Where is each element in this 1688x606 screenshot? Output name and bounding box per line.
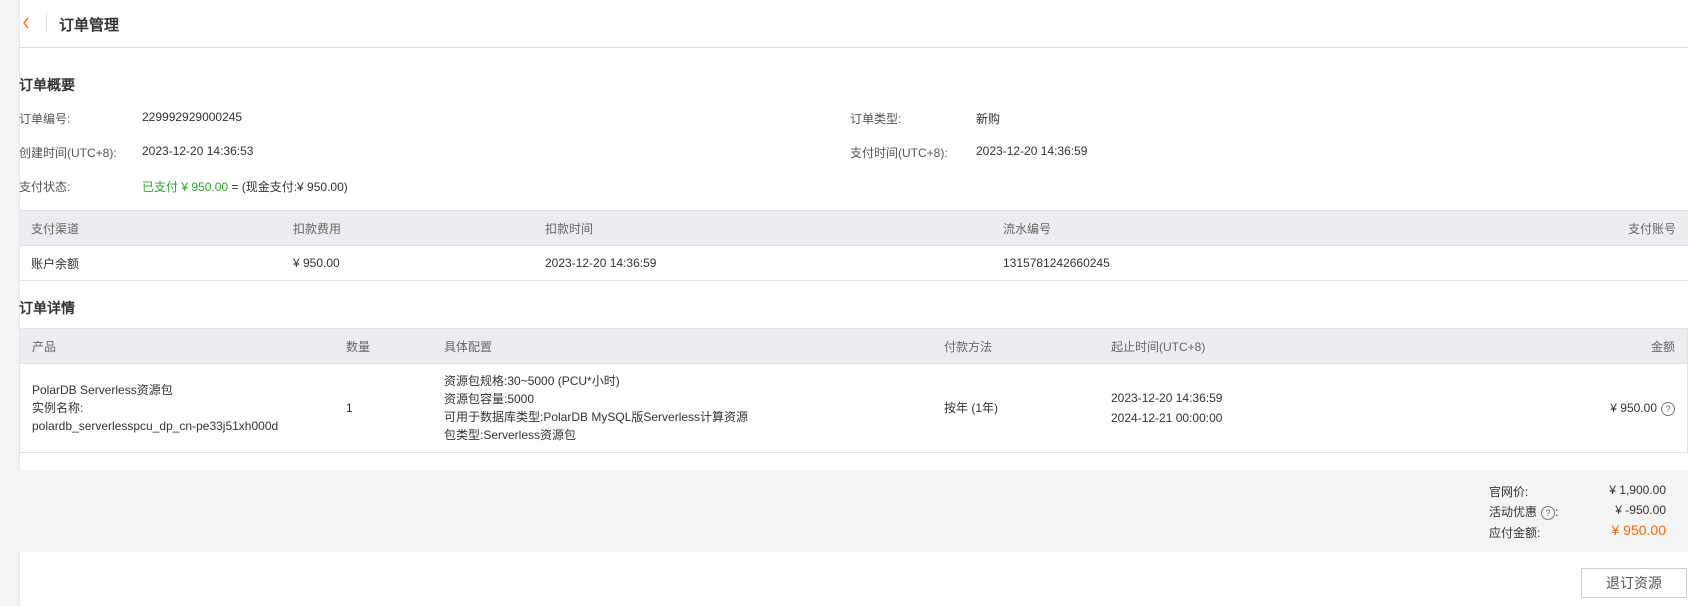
paid-time-value: 2023-12-20 14:36:59 xyxy=(976,144,1088,158)
period-end: 2024-12-21 00:00:00 xyxy=(1111,411,1223,425)
config-package-type: 包类型:Serverless资源包 xyxy=(444,428,577,442)
price-summary: 官网价: ¥ 1,900.00 活动优惠?: ¥ -950.00 应付金额: ¥… xyxy=(19,470,1688,552)
list-price-label: 官网价: xyxy=(1489,485,1529,499)
payable-value: ¥ 950.00 xyxy=(1611,522,1667,538)
cell-channel: 账户余额 xyxy=(19,245,281,281)
pay-status-value: 已支付 ¥ 950.00 = (现金支付:¥ 950.00) xyxy=(142,178,348,195)
created-time-label: 创建时间(UTC+8): xyxy=(19,146,117,160)
col-quantity: 数量 xyxy=(334,328,432,364)
cell-amount: ¥ 950.00 xyxy=(281,245,533,281)
col-product: 产品 xyxy=(19,328,334,364)
table-row: 账户余额 ¥ 950.00 2023-12-20 14:36:59 131578… xyxy=(19,245,1688,281)
order-no-label: 订单编号: xyxy=(19,112,71,126)
pay-status-paid: 已支付 ¥ 950.00 xyxy=(142,180,229,194)
cell-config: 资源包规格:30~5000 (PCU*小时) 资源包容量:5000 可用于数据库… xyxy=(432,363,932,453)
page-header: 订单管理 xyxy=(19,0,1688,48)
pay-status-label: 支付状态: xyxy=(19,180,71,194)
back-button[interactable] xyxy=(19,0,46,47)
cell-account xyxy=(1440,245,1688,281)
col-serial: 流水编号 xyxy=(991,210,1441,246)
question-circle-icon[interactable]: ? xyxy=(1661,401,1675,416)
cell-product: PolarDB Serverless资源包 实例名称: polardb_serv… xyxy=(19,363,334,453)
discount-label: 活动优惠?: xyxy=(1489,503,1558,520)
col-amount: 金额 xyxy=(1453,328,1688,364)
question-circle-icon[interactable]: ? xyxy=(1541,505,1556,520)
payment-table-header: 支付渠道 扣款费用 扣款时间 流水编号 支付账号 xyxy=(19,210,1688,246)
details-table-header: 产品 数量 具体配置 付款方法 起止时间(UTC+8) 金额 xyxy=(19,328,1688,364)
created-time-value: 2023-12-20 14:36:53 xyxy=(142,144,254,158)
refund-button[interactable]: 退订资源 xyxy=(1581,568,1687,598)
cell-amount: ¥ 950.00? xyxy=(1453,363,1688,453)
config-spec: 资源包规格:30~5000 (PCU*小时) xyxy=(444,374,620,388)
pay-status-detail: = (现金支付:¥ 950.00) xyxy=(228,180,348,194)
instance-label: 实例名称: xyxy=(32,401,84,415)
payment-table: 支付渠道 扣款费用 扣款时间 流水编号 支付账号 账户余额 ¥ 950.00 2… xyxy=(19,210,1688,281)
order-type-label: 订单类型: xyxy=(850,112,902,126)
col-amount: 扣款费用 xyxy=(281,210,533,246)
instance-name: polardb_serverlesspcu_dp_cn-pe33j51xh000… xyxy=(32,419,279,433)
order-management-page: 订单管理 订单概要 订单编号: 229992929000245 订单类型: 新购… xyxy=(19,0,1688,606)
col-channel: 支付渠道 xyxy=(19,210,281,246)
paid-time-label: 支付时间(UTC+8): xyxy=(850,146,948,160)
order-type-value: 新购 xyxy=(976,112,1001,126)
overview-title: 订单概要 xyxy=(19,77,75,93)
header-divider xyxy=(46,13,47,33)
cell-time: 2023-12-20 14:36:59 xyxy=(533,245,991,281)
cell-quantity: 1 xyxy=(334,363,432,453)
col-pay-method: 付款方法 xyxy=(932,328,1099,364)
period-start: 2023-12-20 14:36:59 xyxy=(1111,391,1223,405)
order-no-value: 229992929000245 xyxy=(142,110,243,124)
page-title: 订单管理 xyxy=(59,17,120,34)
details-title: 订单详情 xyxy=(19,300,75,316)
discount-value: ¥ -950.00 xyxy=(1615,503,1666,517)
col-time: 扣款时间 xyxy=(533,210,991,246)
discount-label-text: 活动优惠 xyxy=(1489,505,1538,519)
col-period: 起止时间(UTC+8) xyxy=(1099,328,1454,364)
amount-value: ¥ 950.00 xyxy=(1610,401,1657,415)
product-name: PolarDB Serverless资源包 xyxy=(32,383,173,397)
chevron-left-icon xyxy=(23,17,29,29)
col-config: 具体配置 xyxy=(432,328,932,364)
config-capacity: 资源包容量:5000 xyxy=(444,392,535,406)
details-table: 产品 数量 具体配置 付款方法 起止时间(UTC+8) 金额 PolarDB S… xyxy=(19,328,1688,453)
left-sidebar-strip xyxy=(0,0,20,606)
cell-pay-method: 按年 (1年) xyxy=(932,363,1099,453)
cell-serial: 1315781242660245 xyxy=(991,245,1441,281)
cell-period: 2023-12-20 14:36:59 2024-12-21 00:00:00 xyxy=(1099,363,1454,453)
col-account: 支付账号 xyxy=(1440,210,1688,246)
config-db-type: 可用于数据库类型:PolarDB MySQL版Serverless计算资源 xyxy=(444,410,749,424)
discount-label-colon: : xyxy=(1555,505,1559,519)
list-price-value: ¥ 1,900.00 xyxy=(1609,483,1666,497)
table-row: PolarDB Serverless资源包 实例名称: polardb_serv… xyxy=(19,363,1688,453)
payable-label: 应付金额: xyxy=(1489,526,1541,540)
